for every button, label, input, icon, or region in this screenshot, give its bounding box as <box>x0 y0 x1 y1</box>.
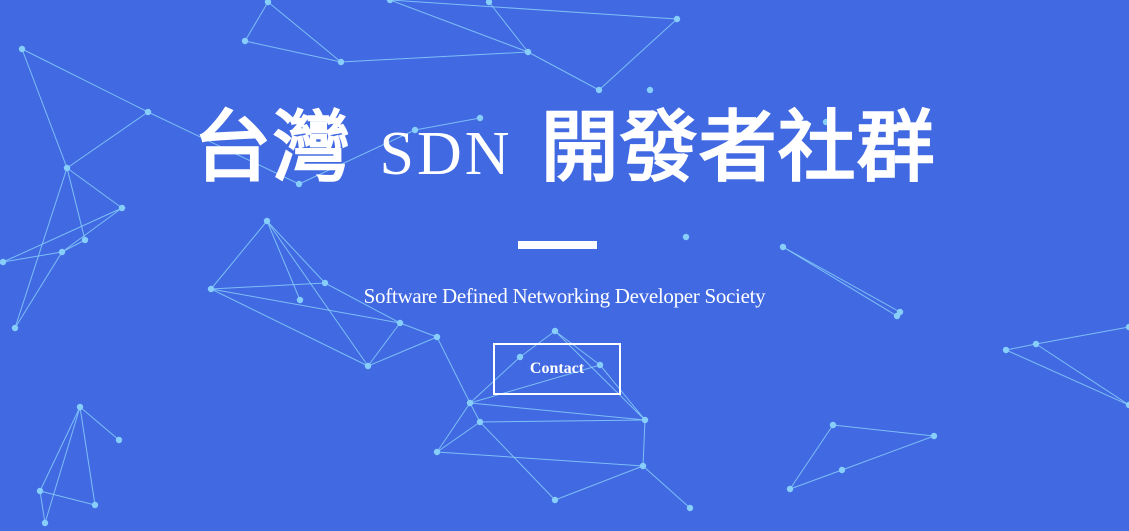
title-sdn: SDN <box>379 120 513 188</box>
page-title: 台灣 SDN 開發者社群 <box>0 98 1129 204</box>
page-subtitle: Software Defined Networking Developer So… <box>363 284 766 308</box>
hero-section: 台灣 SDN 開發者社群 Software Defined Networking… <box>0 0 1129 531</box>
title-divider <box>518 241 597 249</box>
contact-button[interactable]: Contact <box>493 343 621 395</box>
hero-content: 台灣 SDN 開發者社群 Software Defined Networking… <box>0 0 1129 531</box>
title-zh-left: 台灣 <box>193 103 352 193</box>
title-zh-right: 開發者社群 <box>540 103 936 193</box>
